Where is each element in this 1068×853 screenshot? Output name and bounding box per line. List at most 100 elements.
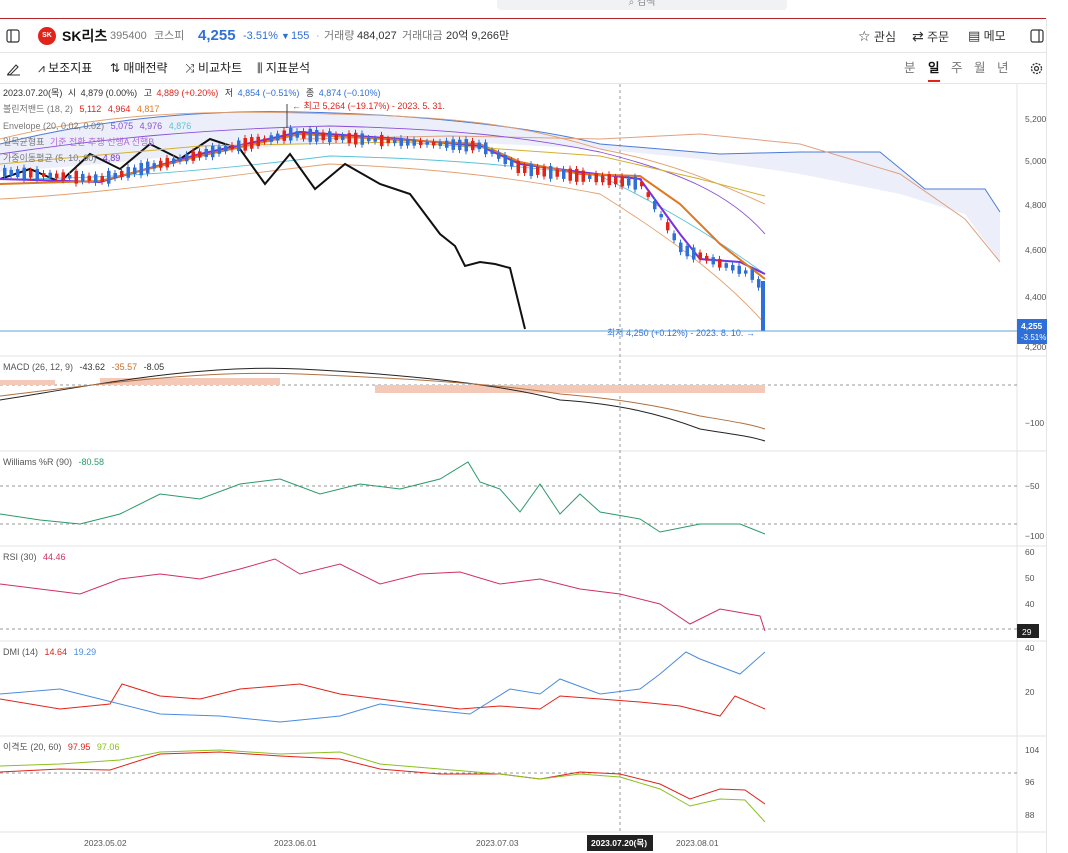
down-arrow-icon: ▼	[281, 31, 290, 41]
trade-arrows-icon: ⇅	[110, 61, 121, 75]
candle-body	[178, 157, 182, 162]
draw-pencil-icon[interactable]	[6, 53, 20, 84]
macd-name: MACD (26, 12, 9)	[3, 362, 73, 372]
compare-button[interactable]: ⤨ 비교차트	[185, 53, 242, 84]
candle-body	[126, 167, 130, 178]
dot-separator: ·	[316, 30, 320, 42]
period-day[interactable]: 일	[928, 53, 940, 84]
macd-v1: -43.62	[80, 362, 106, 372]
period-month[interactable]: 월	[974, 53, 986, 84]
order-button[interactable]: ⇄ 주문	[912, 19, 949, 53]
candle-body	[380, 134, 384, 147]
chart-toolbar: ⩘ 보조지표 ⇅ 매매전략 ⤨ 비교차트 ⫼ 지표분석 분 일 주 월 년	[0, 53, 1046, 84]
analysis-button[interactable]: ⫼ 지표분석	[257, 53, 310, 84]
bollinger-v3: 4,817	[137, 104, 160, 114]
candle-body	[321, 132, 325, 141]
candle-body	[672, 233, 676, 241]
bollinger-legend: 볼린저밴드 (18, 2) 5,112 4,964 4,817	[3, 104, 159, 114]
macd-legend: MACD (26, 12, 9) -43.62 -35.57 -8.05	[3, 362, 164, 372]
candle-body	[451, 139, 455, 150]
legend-close-label: 종	[306, 88, 314, 98]
candle-body	[458, 139, 462, 151]
price-tick: 4,800	[1025, 200, 1047, 210]
candle-body	[308, 128, 312, 142]
change-abs: 155	[291, 30, 310, 42]
candle-body	[354, 132, 358, 145]
candle-body	[731, 264, 735, 271]
period-week[interactable]: 주	[951, 53, 963, 84]
candle-body	[263, 138, 267, 142]
candle-body	[653, 200, 657, 210]
candle-body	[523, 165, 527, 173]
candle-body	[172, 158, 176, 164]
analysis-label: 지표분석	[265, 61, 311, 75]
candle-body	[61, 172, 65, 181]
dmi-plus-line	[0, 683, 766, 717]
legend-close: 4,874 (−0.10%)	[319, 88, 381, 98]
period-year[interactable]: 년	[997, 53, 1009, 84]
disparity-tick: 96	[1025, 777, 1035, 787]
candle-body	[230, 145, 234, 150]
indicators-button[interactable]: ⩘ 보조지표	[38, 53, 92, 84]
bollinger-v2: 4,964	[108, 104, 131, 114]
candle-body	[627, 178, 631, 186]
current-price: 4,255	[198, 27, 236, 44]
candle-body	[503, 155, 507, 165]
memo-button[interactable]: ▤ 메모	[968, 19, 1006, 53]
williams-line	[0, 461, 766, 535]
search-box[interactable]: ⌕ 검색	[497, 0, 787, 10]
candle-body	[81, 173, 85, 182]
settings-gear-icon[interactable]	[1029, 53, 1044, 84]
candle-body	[750, 269, 754, 280]
stock-header: SK SK리츠 395400 코스피 4,255 -3.51% ▼ 155 · …	[0, 19, 1046, 53]
legend-high-label: 고	[144, 88, 152, 98]
candle-body	[659, 214, 663, 218]
candle-body	[640, 181, 644, 187]
candle-body	[516, 160, 520, 174]
candle-body	[692, 247, 696, 260]
legend-high: 4,889 (+0.20%)	[157, 88, 219, 98]
disparity-tick: 88	[1025, 810, 1035, 820]
candle-body	[74, 170, 78, 184]
stock-chart[interactable]: ← 최고 5,264 (−19.17%) - 2023. 5. 31. 최저 4…	[0, 84, 1068, 853]
dmi-name: DMI (14)	[3, 647, 38, 657]
envelope-v2: 4,976	[140, 121, 163, 131]
envelope-name: Envelope (20, 0.02, 0.02)	[3, 121, 104, 131]
candle-body	[399, 138, 403, 146]
candle-body	[113, 172, 117, 179]
trade-value-label: 거래대금	[402, 30, 443, 42]
watch-button[interactable]: ☆ 관심	[858, 19, 896, 53]
candle-body	[100, 175, 104, 182]
period-minute[interactable]: 분	[904, 53, 916, 84]
strategy-button[interactable]: ⇅ 매매전략	[110, 53, 168, 84]
candle-body	[146, 161, 150, 174]
wma-name: 가중이동평균 (5, 10, 60)	[3, 153, 96, 163]
stock-name[interactable]: SK리츠	[62, 19, 107, 53]
sidebar-toggle-icon[interactable]	[6, 19, 20, 53]
candle-body	[425, 141, 429, 145]
candle-body	[107, 170, 111, 184]
rsi-current-value: 29	[1022, 627, 1032, 637]
candle-body	[477, 142, 481, 150]
candle-body	[185, 154, 189, 162]
panel-toggle-icon[interactable]	[1030, 19, 1044, 53]
candle-body	[55, 173, 59, 179]
candle-body	[204, 149, 208, 157]
trade-value: 20억 9,266만	[446, 30, 510, 42]
candle-body	[360, 133, 364, 145]
wma-legend: 가중이동평균 (5, 10, 60) 4,89	[3, 153, 120, 163]
candle-icon: ⫼	[257, 61, 263, 75]
candle-body	[484, 142, 488, 155]
williams-legend: Williams %R (90) -80.58	[3, 457, 104, 467]
candle-body	[191, 151, 195, 161]
candle-body	[575, 168, 579, 182]
candle-body	[35, 169, 39, 180]
memo-icon: ▤	[968, 28, 981, 43]
indicators-label: 보조지표	[48, 61, 93, 75]
candle-body	[562, 168, 566, 179]
disparity-v1: 97.95	[68, 742, 91, 752]
candle-body	[685, 245, 689, 257]
candle-body	[256, 136, 260, 147]
volume-value: 484,027	[357, 30, 397, 42]
ichimoku-lagging-line	[0, 137, 526, 330]
